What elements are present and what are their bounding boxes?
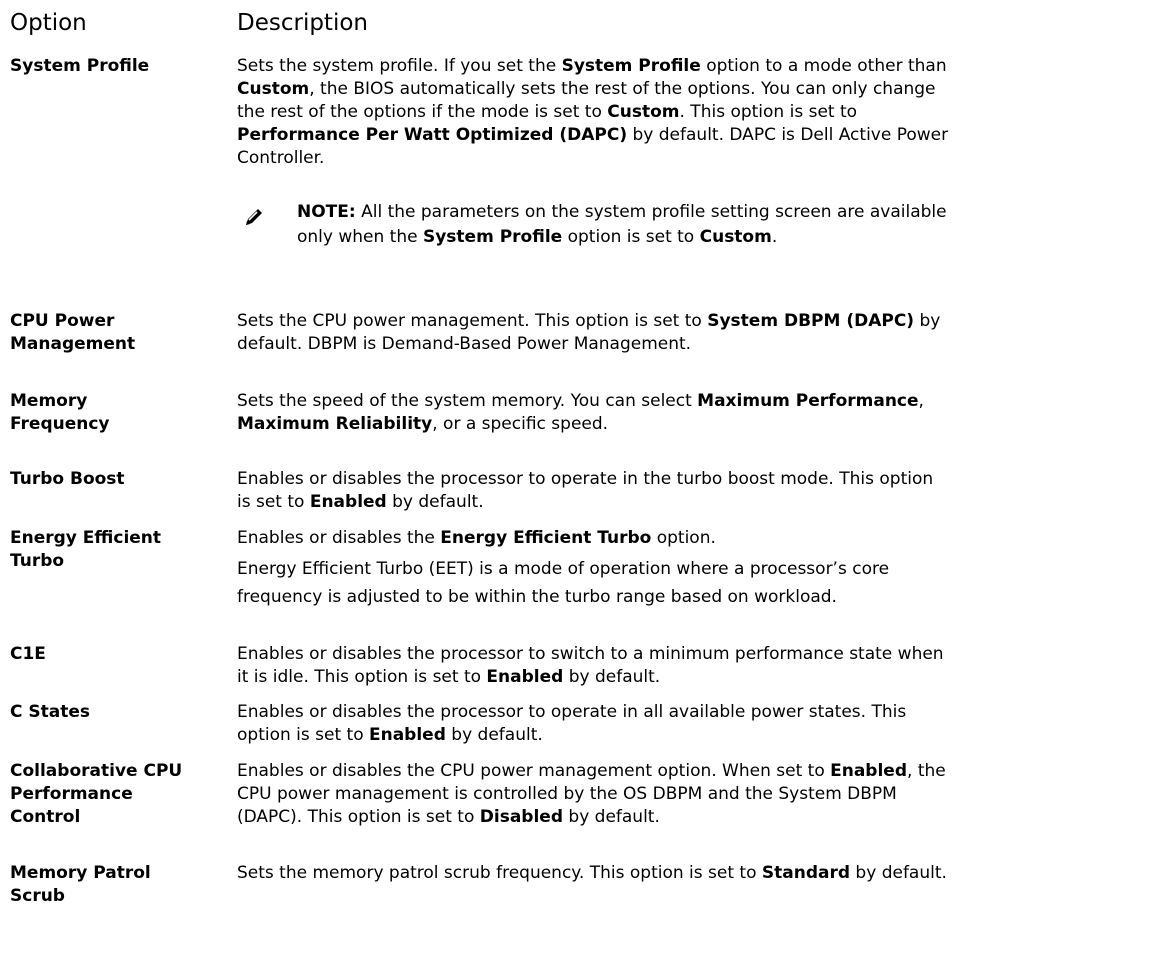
- description-line: Maximum Reliability, or a specific speed…: [237, 414, 609, 434]
- description-line: the rest of the options if the mode is s…: [237, 102, 858, 122]
- option-value-emphasis: Enabled: [309, 492, 387, 512]
- description-line: Enables or disables the processor to ope…: [237, 702, 907, 722]
- option-description: Enables or disables the Energy Efficient…: [237, 527, 1137, 614]
- option-value-emphasis: Custom: [607, 102, 680, 122]
- description-line: Sets the memory patrol scrub frequency. …: [237, 863, 947, 883]
- description-line: default. DBPM is Demand-Based Power Mana…: [237, 334, 692, 354]
- description-line: Enables or disables the Energy Efficient…: [237, 528, 716, 548]
- option-value-emphasis: System Profile: [422, 227, 563, 247]
- option-name: Memory Patrol Scrub: [10, 863, 151, 906]
- description-line: Controller.: [237, 148, 325, 168]
- description-line: frequency is adjusted to be within the t…: [237, 587, 837, 607]
- description-line: is set to Enabled by default.: [237, 492, 484, 512]
- option-name: Collaborative CPU Performance Control: [10, 761, 183, 827]
- option-value-emphasis: Disabled: [479, 807, 563, 827]
- option-value-emphasis: Standard: [761, 863, 851, 883]
- option-value-emphasis: Performance Per Watt Optimized (DAPC): [237, 125, 628, 145]
- option-description: Enables or disables the processor to ope…: [237, 701, 1137, 747]
- option-description: Enables or disables the processor to ope…: [237, 468, 1137, 514]
- description-line: Sets the speed of the system memory. You…: [237, 391, 924, 411]
- description-line: CPU power management is controlled by th…: [237, 784, 897, 804]
- option-value-emphasis: Custom: [237, 79, 310, 99]
- option-value-emphasis: Custom: [699, 227, 772, 247]
- option-value-emphasis: NOTE:: [297, 202, 356, 222]
- option-description: Sets the system profile. If you set the …: [237, 55, 1137, 170]
- description-line: it is idle. This option is set to Enable…: [237, 667, 661, 687]
- option-name: System Profile: [10, 56, 150, 76]
- option-description: Enables or disables the processor to swi…: [237, 643, 1137, 689]
- option-value-emphasis: Enabled: [486, 667, 564, 687]
- option-value-emphasis: Enabled: [830, 761, 908, 781]
- option-description: Sets the speed of the system memory. You…: [237, 390, 1137, 436]
- option-description: Sets the memory patrol scrub frequency. …: [237, 862, 1137, 885]
- option-name: Memory Frequency: [10, 391, 110, 434]
- option-value-emphasis: Energy Efficient Turbo: [440, 528, 652, 548]
- note-text: NOTE: All the parameters on the system p…: [297, 200, 947, 250]
- description-line: Enables or disables the processor to swi…: [237, 644, 944, 664]
- description-line: Sets the CPU power management. This opti…: [237, 311, 941, 331]
- option-name: Energy Efficient Turbo: [10, 528, 162, 571]
- option-value-emphasis: System DBPM (DAPC): [707, 311, 915, 331]
- note-line: NOTE: All the parameters on the system p…: [297, 202, 947, 222]
- description-line: Performance Per Watt Optimized (DAPC) by…: [237, 125, 949, 145]
- description-line: Enables or disables the CPU power manage…: [237, 761, 946, 781]
- description-line: Energy Efficient Turbo (EET) is a mode o…: [237, 559, 890, 579]
- option-description: Sets the CPU power management. This opti…: [237, 310, 1137, 356]
- description-line: option is set to Enabled by default.: [237, 725, 543, 745]
- option-value-emphasis: Enabled: [369, 725, 446, 745]
- description-line: Sets the system profile. If you set the …: [237, 56, 947, 76]
- note-pencil-icon: [246, 209, 262, 225]
- description-column-header: Description: [237, 10, 368, 36]
- description-line: Custom, the BIOS automatically sets the …: [237, 79, 936, 99]
- option-name: CPU Power Management: [10, 311, 136, 354]
- option-column-header: Option: [10, 10, 87, 36]
- note-line: only when the System Profile option is s…: [297, 227, 778, 247]
- option-description: Enables or disables the CPU power manage…: [237, 760, 1137, 829]
- option-value-emphasis: Maximum Reliability: [237, 414, 433, 434]
- option-name: C1E: [10, 644, 46, 664]
- option-name: Turbo Boost: [10, 469, 125, 489]
- option-value-emphasis: Maximum Performance: [697, 391, 919, 411]
- description-line: (DAPC). This option is set to Disabled b…: [237, 807, 660, 827]
- option-value-emphasis: System Profile: [561, 56, 701, 76]
- description-line: Enables or disables the processor to ope…: [237, 469, 934, 489]
- option-name: C States: [10, 702, 91, 722]
